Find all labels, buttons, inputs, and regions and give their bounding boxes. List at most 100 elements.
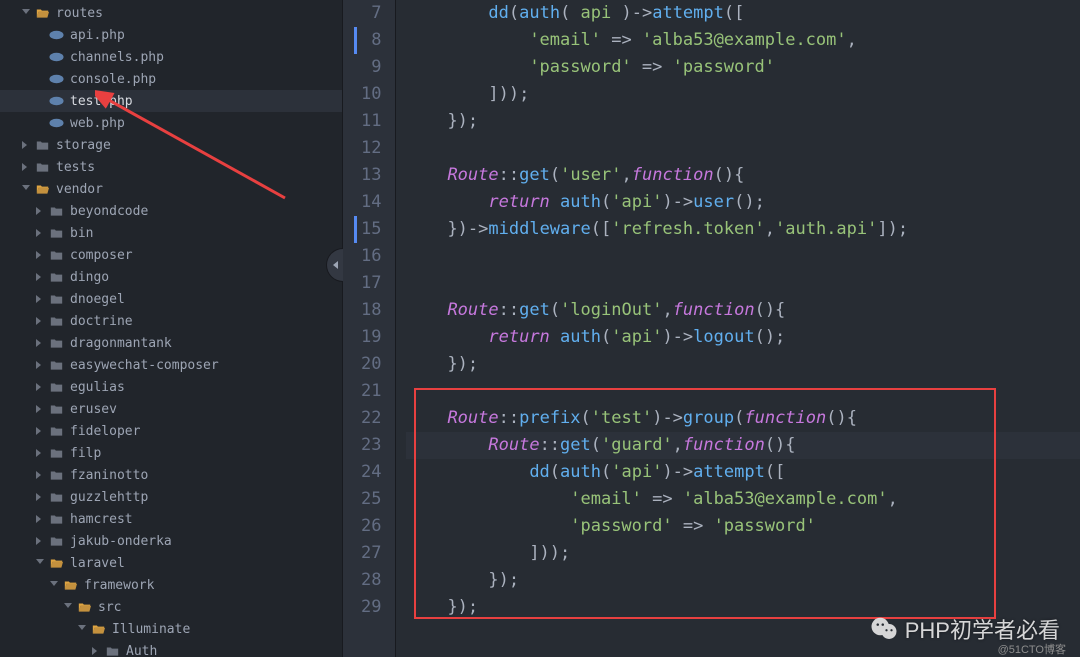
expand-arrow-icon[interactable]: [20, 140, 30, 150]
folder-item-easywechat-composer[interactable]: easywechat-composer: [0, 354, 342, 376]
folder-icon: [48, 489, 64, 505]
code-line[interactable]: [406, 243, 1080, 270]
line-number: 18: [361, 297, 381, 324]
tree-item-label: storage: [56, 138, 111, 153]
expand-arrow-icon[interactable]: [34, 536, 44, 546]
code-line[interactable]: Route::get('loginOut',function(){: [406, 297, 1080, 324]
line-number: 16: [361, 243, 381, 270]
folder-item-guzzlehttp[interactable]: guzzlehttp: [0, 486, 342, 508]
folder-item-filp[interactable]: filp: [0, 442, 342, 464]
expand-arrow-icon[interactable]: [90, 646, 100, 656]
code-line[interactable]: Route::get('user',function(){: [406, 162, 1080, 189]
tree-item-label: hamcrest: [70, 512, 133, 527]
code-line[interactable]: })->middleware(['refresh.token','auth.ap…: [406, 216, 1080, 243]
expand-arrow-icon[interactable]: [34, 228, 44, 238]
code-line[interactable]: Route::get('guard',function(){: [406, 432, 1080, 459]
code-line[interactable]: ]));: [406, 540, 1080, 567]
code-line[interactable]: 'email' => 'alba53@example.com',: [406, 486, 1080, 513]
file-tree-sidebar[interactable]: routesapi.phpchannels.php console.php test…: [0, 0, 343, 657]
expand-arrow-icon[interactable]: [62, 602, 72, 612]
expand-arrow-icon[interactable]: [34, 426, 44, 436]
tree-item-label: jakub-onderka: [70, 534, 172, 549]
code-line[interactable]: dd(auth('api')->attempt([: [406, 459, 1080, 486]
expand-arrow-icon[interactable]: [34, 250, 44, 260]
code-line[interactable]: });: [406, 108, 1080, 135]
folder-icon: [48, 401, 64, 417]
line-number: 22: [361, 405, 381, 432]
watermark-sub: @51CTO博客: [998, 641, 1066, 657]
code-line[interactable]: dd(auth( api )->attempt([: [406, 0, 1080, 27]
line-number: 12: [361, 135, 381, 162]
file-item-api-php[interactable]: api.php: [0, 24, 342, 46]
code-line[interactable]: ]));: [406, 81, 1080, 108]
folder-item-composer[interactable]: composer: [0, 244, 342, 266]
expand-arrow-icon[interactable]: [34, 404, 44, 414]
expand-arrow-icon[interactable]: [76, 624, 86, 634]
code-line[interactable]: [406, 135, 1080, 162]
wechat-icon: [869, 614, 899, 644]
file-item-web-php[interactable]: web.php: [0, 112, 342, 134]
folder-item-fzaninotto[interactable]: fzaninotto: [0, 464, 342, 486]
expand-arrow-icon[interactable]: [34, 338, 44, 348]
folder-item-beyondcode[interactable]: beyondcode: [0, 200, 342, 222]
folder-item-auth[interactable]: Auth: [0, 640, 342, 657]
file-item-channels-php[interactable]: channels.php: [0, 46, 342, 68]
code-line[interactable]: 'password' => 'password': [406, 513, 1080, 540]
file-item-console-php[interactable]: console.php: [0, 68, 342, 90]
expand-arrow-icon[interactable]: [34, 448, 44, 458]
expand-arrow-icon[interactable]: [34, 316, 44, 326]
folder-item-laravel[interactable]: laravel: [0, 552, 342, 574]
folder-item-fideloper[interactable]: fideloper: [0, 420, 342, 442]
code-editor[interactable]: 7891011121314151617181920212223242526272…: [343, 0, 1080, 657]
code-line[interactable]: return auth('api')->logout();: [406, 324, 1080, 351]
folder-item-storage[interactable]: storage: [0, 134, 342, 156]
folder-item-egulias[interactable]: egulias: [0, 376, 342, 398]
code-line[interactable]: 'email' => 'alba53@example.com',: [406, 27, 1080, 54]
folder-item-dragonmantank[interactable]: dragonmantank: [0, 332, 342, 354]
folder-item-hamcrest[interactable]: hamcrest: [0, 508, 342, 530]
code-line[interactable]: Route::prefix('test')->group(function(){: [406, 405, 1080, 432]
folder-item-framework[interactable]: framework: [0, 574, 342, 596]
folder-item-bin[interactable]: bin: [0, 222, 342, 244]
folder-icon: [34, 159, 50, 175]
folder-item-illuminate[interactable]: Illuminate: [0, 618, 342, 640]
expand-arrow-icon[interactable]: [20, 8, 30, 18]
code-line[interactable]: [406, 270, 1080, 297]
expand-arrow-icon[interactable]: [48, 580, 58, 590]
folder-icon: [48, 247, 64, 263]
expand-arrow-icon[interactable]: [34, 360, 44, 370]
expand-arrow-icon[interactable]: [34, 514, 44, 524]
folder-item-vendor[interactable]: vendor: [0, 178, 342, 200]
expand-arrow-icon[interactable]: [34, 206, 44, 216]
folder-icon: [48, 335, 64, 351]
file-item-test-php[interactable]: test.php: [0, 90, 342, 112]
expand-arrow-icon[interactable]: [34, 492, 44, 502]
folder-item-dingo[interactable]: dingo: [0, 266, 342, 288]
expand-arrow-icon[interactable]: [34, 272, 44, 282]
code-content[interactable]: dd(auth( api )->attempt([ 'email' => 'al…: [396, 0, 1080, 657]
expand-arrow-icon[interactable]: [20, 184, 30, 194]
code-line[interactable]: return auth('api')->user();: [406, 189, 1080, 216]
code-line[interactable]: 'password' => 'password': [406, 54, 1080, 81]
folder-item-tests[interactable]: tests: [0, 156, 342, 178]
expand-arrow-icon[interactable]: [34, 558, 44, 568]
expand-arrow-icon[interactable]: [34, 382, 44, 392]
folder-item-src[interactable]: src: [0, 596, 342, 618]
expand-arrow-icon[interactable]: [34, 294, 44, 304]
folder-item-routes[interactable]: routes: [0, 2, 342, 24]
folder-item-jakub-onderka[interactable]: jakub-onderka: [0, 530, 342, 552]
tree-item-label: test.php: [70, 94, 133, 109]
line-number: 25: [361, 486, 381, 513]
folder-icon: [48, 467, 64, 483]
folder-item-erusev[interactable]: erusev: [0, 398, 342, 420]
code-line[interactable]: [406, 378, 1080, 405]
tree-item-label: console.php: [70, 72, 156, 87]
folder-item-doctrine[interactable]: doctrine: [0, 310, 342, 332]
tree-item-label: Illuminate: [112, 622, 190, 637]
expand-arrow-icon[interactable]: [20, 162, 30, 172]
code-line[interactable]: });: [406, 351, 1080, 378]
line-number: 13: [361, 162, 381, 189]
code-line[interactable]: });: [406, 567, 1080, 594]
folder-item-dnoegel[interactable]: dnoegel: [0, 288, 342, 310]
expand-arrow-icon[interactable]: [34, 470, 44, 480]
